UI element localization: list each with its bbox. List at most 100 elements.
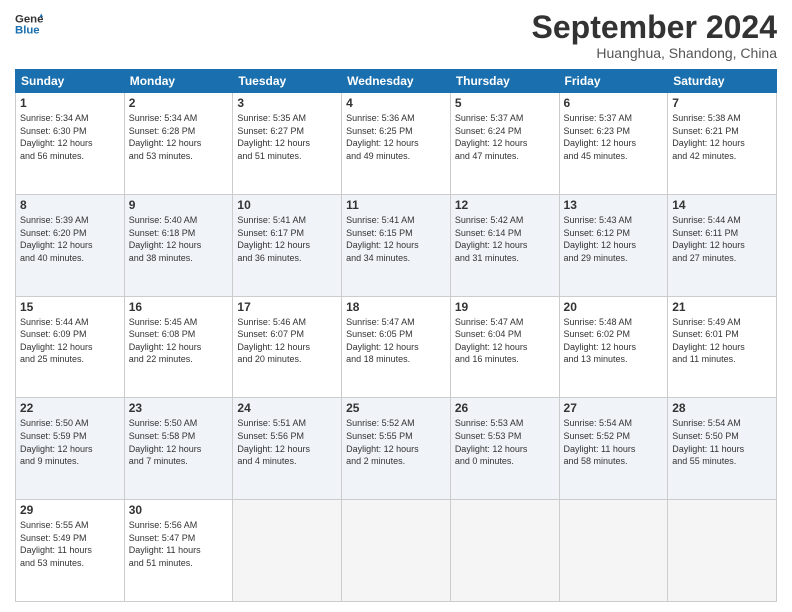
- day-number: 25: [346, 401, 446, 415]
- day-info: Sunrise: 5:34 AM Sunset: 6:30 PM Dayligh…: [20, 112, 120, 162]
- day-info: Sunrise: 5:50 AM Sunset: 5:59 PM Dayligh…: [20, 417, 120, 467]
- day-number: 2: [129, 96, 229, 110]
- day-info: Sunrise: 5:45 AM Sunset: 6:08 PM Dayligh…: [129, 316, 229, 366]
- calendar-week-row: 15 Sunrise: 5:44 AM Sunset: 6:09 PM Dayli…: [16, 296, 777, 398]
- table-row: 30Sunrise: 5:56 AM Sunset: 5:47 PM Dayli…: [124, 500, 233, 602]
- table-row: [342, 500, 451, 602]
- table-row: 18Sunrise: 5:47 AM Sunset: 6:05 PM Dayli…: [342, 296, 451, 398]
- table-row: 21Sunrise: 5:49 AM Sunset: 6:01 PM Dayli…: [668, 296, 777, 398]
- day-number: 9: [129, 198, 229, 212]
- day-info: Sunrise: 5:43 AM Sunset: 6:12 PM Dayligh…: [564, 214, 664, 264]
- table-row: 23 Sunrise: 5:50 AM Sunset: 5:58 PM Dayli…: [124, 398, 233, 500]
- month-title: September 2024: [532, 10, 777, 45]
- day-info: Sunrise: 5:55 AM Sunset: 5:49 PM Dayligh…: [20, 519, 120, 569]
- day-info: Sunrise: 5:48 AM Sunset: 6:02 PM Dayligh…: [564, 316, 664, 366]
- table-row: [233, 500, 342, 602]
- table-row: 12Sunrise: 5:42 AM Sunset: 6:14 PM Dayli…: [450, 194, 559, 296]
- day-number: 17: [237, 300, 337, 314]
- day-info: Sunrise: 5:56 AM Sunset: 5:47 PM Dayligh…: [129, 519, 229, 569]
- logo: General Blue: [15, 10, 43, 38]
- day-info: Sunrise: 5:54 AM Sunset: 5:52 PM Dayligh…: [564, 417, 664, 467]
- day-info: Sunrise: 5:46 AM Sunset: 6:07 PM Dayligh…: [237, 316, 337, 366]
- day-number: 22: [20, 401, 120, 415]
- day-info: Sunrise: 5:51 AM Sunset: 5:56 PM Dayligh…: [237, 417, 337, 467]
- table-row: 2 Sunrise: 5:34 AM Sunset: 6:28 PM Daylig…: [124, 93, 233, 195]
- day-number: 29: [20, 503, 120, 517]
- location: Huanghua, Shandong, China: [532, 45, 777, 61]
- table-row: 10Sunrise: 5:41 AM Sunset: 6:17 PM Dayli…: [233, 194, 342, 296]
- day-number: 8: [20, 198, 120, 212]
- day-info: Sunrise: 5:42 AM Sunset: 6:14 PM Dayligh…: [455, 214, 555, 264]
- day-info: Sunrise: 5:35 AM Sunset: 6:27 PM Dayligh…: [237, 112, 337, 162]
- col-sunday: Sunday: [16, 70, 125, 93]
- day-info: Sunrise: 5:50 AM Sunset: 5:58 PM Dayligh…: [129, 417, 229, 467]
- table-row: 7 Sunrise: 5:38 AM Sunset: 6:21 PM Daylig…: [668, 93, 777, 195]
- logo-icon: General Blue: [15, 10, 43, 38]
- day-number: 20: [564, 300, 664, 314]
- day-info: Sunrise: 5:47 AM Sunset: 6:05 PM Dayligh…: [346, 316, 446, 366]
- day-number: 13: [564, 198, 664, 212]
- day-number: 23: [129, 401, 229, 415]
- day-number: 4: [346, 96, 446, 110]
- day-number: 27: [564, 401, 664, 415]
- col-thursday: Thursday: [450, 70, 559, 93]
- table-row: [559, 500, 668, 602]
- day-info: Sunrise: 5:38 AM Sunset: 6:21 PM Dayligh…: [672, 112, 772, 162]
- day-number: 28: [672, 401, 772, 415]
- table-row: 11Sunrise: 5:41 AM Sunset: 6:15 PM Dayli…: [342, 194, 451, 296]
- table-row: 1 Sunrise: 5:34 AM Sunset: 6:30 PM Daylig…: [16, 93, 125, 195]
- day-number: 14: [672, 198, 772, 212]
- table-row: 5 Sunrise: 5:37 AM Sunset: 6:24 PM Daylig…: [450, 93, 559, 195]
- day-info: Sunrise: 5:49 AM Sunset: 6:01 PM Dayligh…: [672, 316, 772, 366]
- table-row: 4 Sunrise: 5:36 AM Sunset: 6:25 PM Daylig…: [342, 93, 451, 195]
- day-info: Sunrise: 5:37 AM Sunset: 6:23 PM Dayligh…: [564, 112, 664, 162]
- col-wednesday: Wednesday: [342, 70, 451, 93]
- calendar-week-row: 22 Sunrise: 5:50 AM Sunset: 5:59 PM Dayli…: [16, 398, 777, 500]
- table-row: 9 Sunrise: 5:40 AM Sunset: 6:18 PM Daylig…: [124, 194, 233, 296]
- calendar-header-row: Sunday Monday Tuesday Wednesday Thursday…: [16, 70, 777, 93]
- day-info: Sunrise: 5:37 AM Sunset: 6:24 PM Dayligh…: [455, 112, 555, 162]
- day-number: 10: [237, 198, 337, 212]
- table-row: 20 Sunrise: 5:48 AM Sunset: 6:02 PM Dayli…: [559, 296, 668, 398]
- day-number: 3: [237, 96, 337, 110]
- day-number: 1: [20, 96, 120, 110]
- calendar-week-row: 29 Sunrise: 5:55 AM Sunset: 5:49 PM Dayli…: [16, 500, 777, 602]
- table-row: 22 Sunrise: 5:50 AM Sunset: 5:59 PM Dayli…: [16, 398, 125, 500]
- table-row: 8 Sunrise: 5:39 AM Sunset: 6:20 PM Daylig…: [16, 194, 125, 296]
- day-info: Sunrise: 5:47 AM Sunset: 6:04 PM Dayligh…: [455, 316, 555, 366]
- day-info: Sunrise: 5:54 AM Sunset: 5:50 PM Dayligh…: [672, 417, 772, 467]
- day-number: 19: [455, 300, 555, 314]
- col-friday: Friday: [559, 70, 668, 93]
- table-row: 6 Sunrise: 5:37 AM Sunset: 6:23 PM Daylig…: [559, 93, 668, 195]
- title-area: September 2024 Huanghua, Shandong, China: [532, 10, 777, 61]
- calendar-week-row: 8 Sunrise: 5:39 AM Sunset: 6:20 PM Daylig…: [16, 194, 777, 296]
- table-row: 27 Sunrise: 5:54 AM Sunset: 5:52 PM Dayli…: [559, 398, 668, 500]
- table-row: 14Sunrise: 5:44 AM Sunset: 6:11 PM Dayli…: [668, 194, 777, 296]
- day-number: 24: [237, 401, 337, 415]
- table-row: 15 Sunrise: 5:44 AM Sunset: 6:09 PM Dayli…: [16, 296, 125, 398]
- day-info: Sunrise: 5:34 AM Sunset: 6:28 PM Dayligh…: [129, 112, 229, 162]
- day-number: 7: [672, 96, 772, 110]
- table-row: 28 Sunrise: 5:54 AM Sunset: 5:50 PM Dayli…: [668, 398, 777, 500]
- day-info: Sunrise: 5:39 AM Sunset: 6:20 PM Dayligh…: [20, 214, 120, 264]
- table-row: [668, 500, 777, 602]
- table-row: 26Sunrise: 5:53 AM Sunset: 5:53 PM Dayli…: [450, 398, 559, 500]
- day-number: 16: [129, 300, 229, 314]
- table-row: 17 Sunrise: 5:46 AM Sunset: 6:07 PM Dayli…: [233, 296, 342, 398]
- day-number: 15: [20, 300, 120, 314]
- day-number: 26: [455, 401, 555, 415]
- day-info: Sunrise: 5:40 AM Sunset: 6:18 PM Dayligh…: [129, 214, 229, 264]
- col-tuesday: Tuesday: [233, 70, 342, 93]
- day-info: Sunrise: 5:36 AM Sunset: 6:25 PM Dayligh…: [346, 112, 446, 162]
- svg-text:General: General: [15, 13, 43, 25]
- day-number: 5: [455, 96, 555, 110]
- table-row: 19 Sunrise: 5:47 AM Sunset: 6:04 PM Dayli…: [450, 296, 559, 398]
- page: General Blue September 2024 Huanghua, Sh…: [0, 0, 792, 612]
- calendar: Sunday Monday Tuesday Wednesday Thursday…: [15, 69, 777, 602]
- col-monday: Monday: [124, 70, 233, 93]
- table-row: 29 Sunrise: 5:55 AM Sunset: 5:49 PM Dayli…: [16, 500, 125, 602]
- day-number: 11: [346, 198, 446, 212]
- day-number: 6: [564, 96, 664, 110]
- table-row: 13 Sunrise: 5:43 AM Sunset: 6:12 PM Dayli…: [559, 194, 668, 296]
- day-info: Sunrise: 5:44 AM Sunset: 6:09 PM Dayligh…: [20, 316, 120, 366]
